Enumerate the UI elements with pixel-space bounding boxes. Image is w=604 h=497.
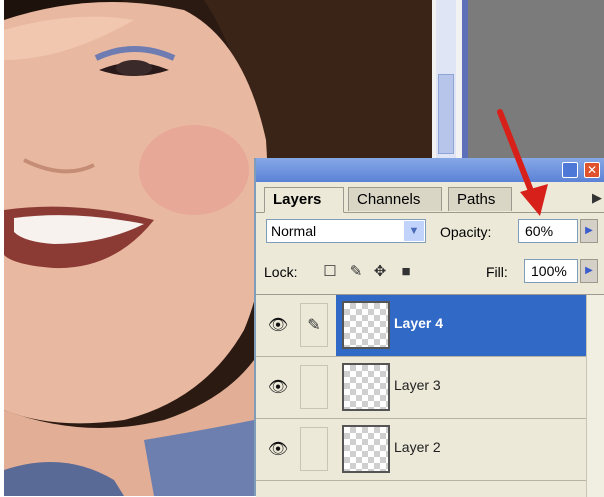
- tab-channels[interactable]: Channels: [348, 187, 442, 211]
- layer-name: Layer 3: [394, 377, 441, 393]
- lock-position-move-icon[interactable]: ✥: [370, 262, 390, 282]
- opacity-input[interactable]: 60%: [518, 219, 578, 243]
- layer-row-4[interactable]: 👁 ✎ Layer 4: [256, 295, 586, 357]
- layer-thumbnail: [342, 425, 390, 473]
- layer-name: Layer 2: [394, 439, 441, 455]
- tab-layers[interactable]: Layers: [264, 187, 344, 213]
- lock-label: Lock:: [264, 264, 298, 280]
- layers-palette: ✕ Layers Channels Paths ▶ Normal ▼ Opaci…: [254, 158, 604, 497]
- eye-icon[interactable]: 👁: [262, 311, 294, 341]
- palette-titlebar[interactable]: ✕: [256, 158, 604, 182]
- layer-name: Layer 4: [394, 315, 444, 331]
- link-icon[interactable]: [300, 427, 328, 471]
- lock-all-padlock-icon[interactable]: ■: [396, 262, 416, 282]
- layer-list-scrollbar[interactable]: [586, 295, 604, 497]
- eye-icon[interactable]: 👁: [262, 373, 294, 403]
- lock-transparency-icon[interactable]: ☐: [320, 262, 340, 282]
- lock-row: Lock: ☐ ✎ ✥ ■ Fill: 100% ▶: [256, 256, 604, 288]
- chevron-down-icon[interactable]: ▼: [404, 221, 424, 241]
- blend-mode-select[interactable]: Normal ▼: [266, 219, 426, 243]
- opacity-slider-arrow-icon[interactable]: ▶: [580, 219, 598, 243]
- layer-thumbnail: [342, 301, 390, 349]
- lock-paint-brush-icon[interactable]: ✎: [346, 262, 366, 282]
- layer-row-2[interactable]: 👁 Layer 2: [256, 419, 586, 481]
- fill-input[interactable]: 100%: [524, 259, 578, 283]
- link-icon[interactable]: [300, 365, 328, 409]
- blend-row: Normal ▼ Opacity: 60% ▶: [256, 216, 604, 248]
- fill-label: Fill:: [486, 264, 508, 280]
- layer-row-3[interactable]: 👁 Layer 3: [256, 357, 586, 419]
- canvas-scrollbar-thumb[interactable]: [438, 74, 454, 154]
- tab-paths[interactable]: Paths: [448, 187, 512, 211]
- layer-thumbnail: [342, 363, 390, 411]
- brush-link-icon[interactable]: ✎: [300, 303, 328, 347]
- eye-icon[interactable]: 👁: [262, 435, 294, 465]
- close-icon[interactable]: ✕: [584, 162, 600, 178]
- blend-mode-value: Normal: [271, 223, 317, 239]
- opacity-label: Opacity:: [440, 224, 492, 240]
- fill-slider-arrow-icon[interactable]: ▶: [580, 259, 598, 283]
- window-border: [462, 0, 468, 160]
- palette-menu-arrow-icon[interactable]: ▶: [592, 190, 602, 206]
- palette-tabs: Layers Channels Paths ▶: [256, 182, 604, 213]
- workspace-background: [462, 0, 604, 160]
- layer-list: 👁 ✎ Layer 4 👁 Layer 3 👁 Layer 2: [256, 294, 604, 497]
- restore-icon[interactable]: [562, 162, 578, 178]
